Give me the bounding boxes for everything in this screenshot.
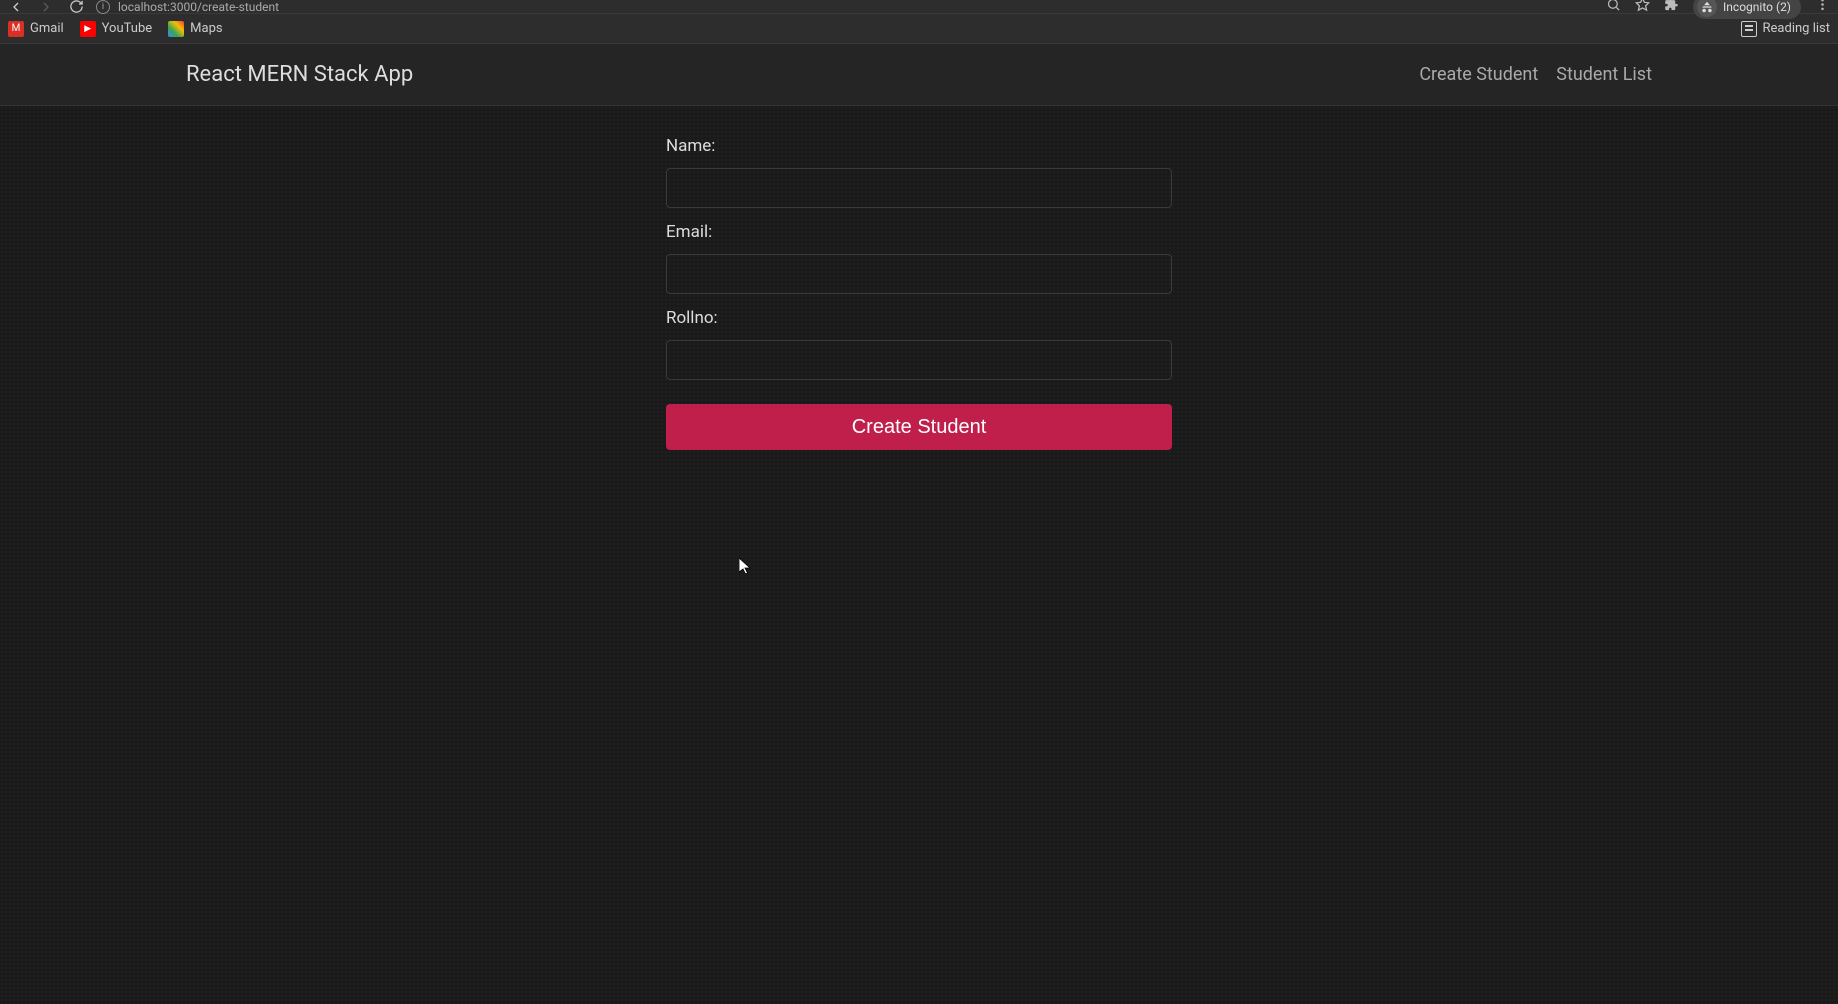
bookmark-star-icon[interactable]	[1635, 0, 1650, 16]
reading-list-label: Reading list	[1763, 21, 1830, 36]
name-input[interactable]	[666, 168, 1172, 208]
url-text: localhost:3000/create-student	[118, 0, 279, 14]
site-info-icon[interactable]: i	[96, 0, 110, 14]
bookmark-label: Maps	[190, 21, 222, 36]
bookmark-label: Gmail	[30, 21, 64, 36]
rollno-input[interactable]	[666, 340, 1172, 380]
nav-link-student-list[interactable]: Student List	[1556, 64, 1652, 85]
page-content: Name: Email: Rollno: Create Student	[0, 106, 1838, 1004]
back-icon[interactable]	[8, 0, 24, 15]
forward-icon[interactable]	[38, 0, 54, 15]
extensions-icon[interactable]	[1664, 0, 1679, 16]
youtube-icon: ▶	[80, 21, 96, 37]
nav-link-create-student[interactable]: Create Student	[1419, 64, 1538, 85]
name-label: Name:	[666, 136, 1172, 156]
app-navbar: React MERN Stack App Create Student Stud…	[0, 44, 1838, 106]
bookmark-label: YouTube	[102, 21, 153, 36]
email-label: Email:	[666, 222, 1172, 242]
incognito-badge[interactable]: Incognito (2)	[1693, 0, 1801, 19]
app-brand[interactable]: React MERN Stack App	[186, 62, 413, 87]
create-student-button[interactable]: Create Student	[666, 404, 1172, 450]
incognito-label: Incognito (2)	[1723, 0, 1791, 14]
chrome-right-icons: Incognito (2)	[1606, 0, 1830, 19]
reading-list-icon	[1741, 21, 1757, 37]
nav-icons	[8, 0, 84, 15]
reload-icon[interactable]	[68, 0, 84, 15]
rollno-label: Rollno:	[666, 308, 1172, 328]
bookmark-youtube[interactable]: ▶ YouTube	[80, 21, 153, 37]
gmail-icon: M	[8, 21, 24, 37]
form-group-rollno: Rollno:	[666, 308, 1172, 380]
kebab-menu-icon[interactable]	[1815, 0, 1830, 16]
incognito-icon	[1697, 0, 1717, 17]
nav-links: Create Student Student List	[1419, 64, 1652, 85]
zoom-icon[interactable]	[1606, 0, 1621, 16]
bookmarks-bar: M Gmail ▶ YouTube Maps Reading list	[0, 14, 1838, 44]
reading-list-button[interactable]: Reading list	[1741, 21, 1830, 37]
form-group-name: Name:	[666, 136, 1172, 208]
address-bar[interactable]: i localhost:3000/create-student	[96, 0, 1594, 14]
email-input[interactable]	[666, 254, 1172, 294]
form-group-email: Email:	[666, 222, 1172, 294]
bookmark-maps[interactable]: Maps	[168, 21, 222, 37]
bookmark-gmail[interactable]: M Gmail	[8, 21, 64, 37]
maps-icon	[168, 21, 184, 37]
create-student-form: Name: Email: Rollno: Create Student	[666, 136, 1172, 450]
browser-toolbar: i localhost:3000/create-student Incognit…	[0, 0, 1838, 14]
